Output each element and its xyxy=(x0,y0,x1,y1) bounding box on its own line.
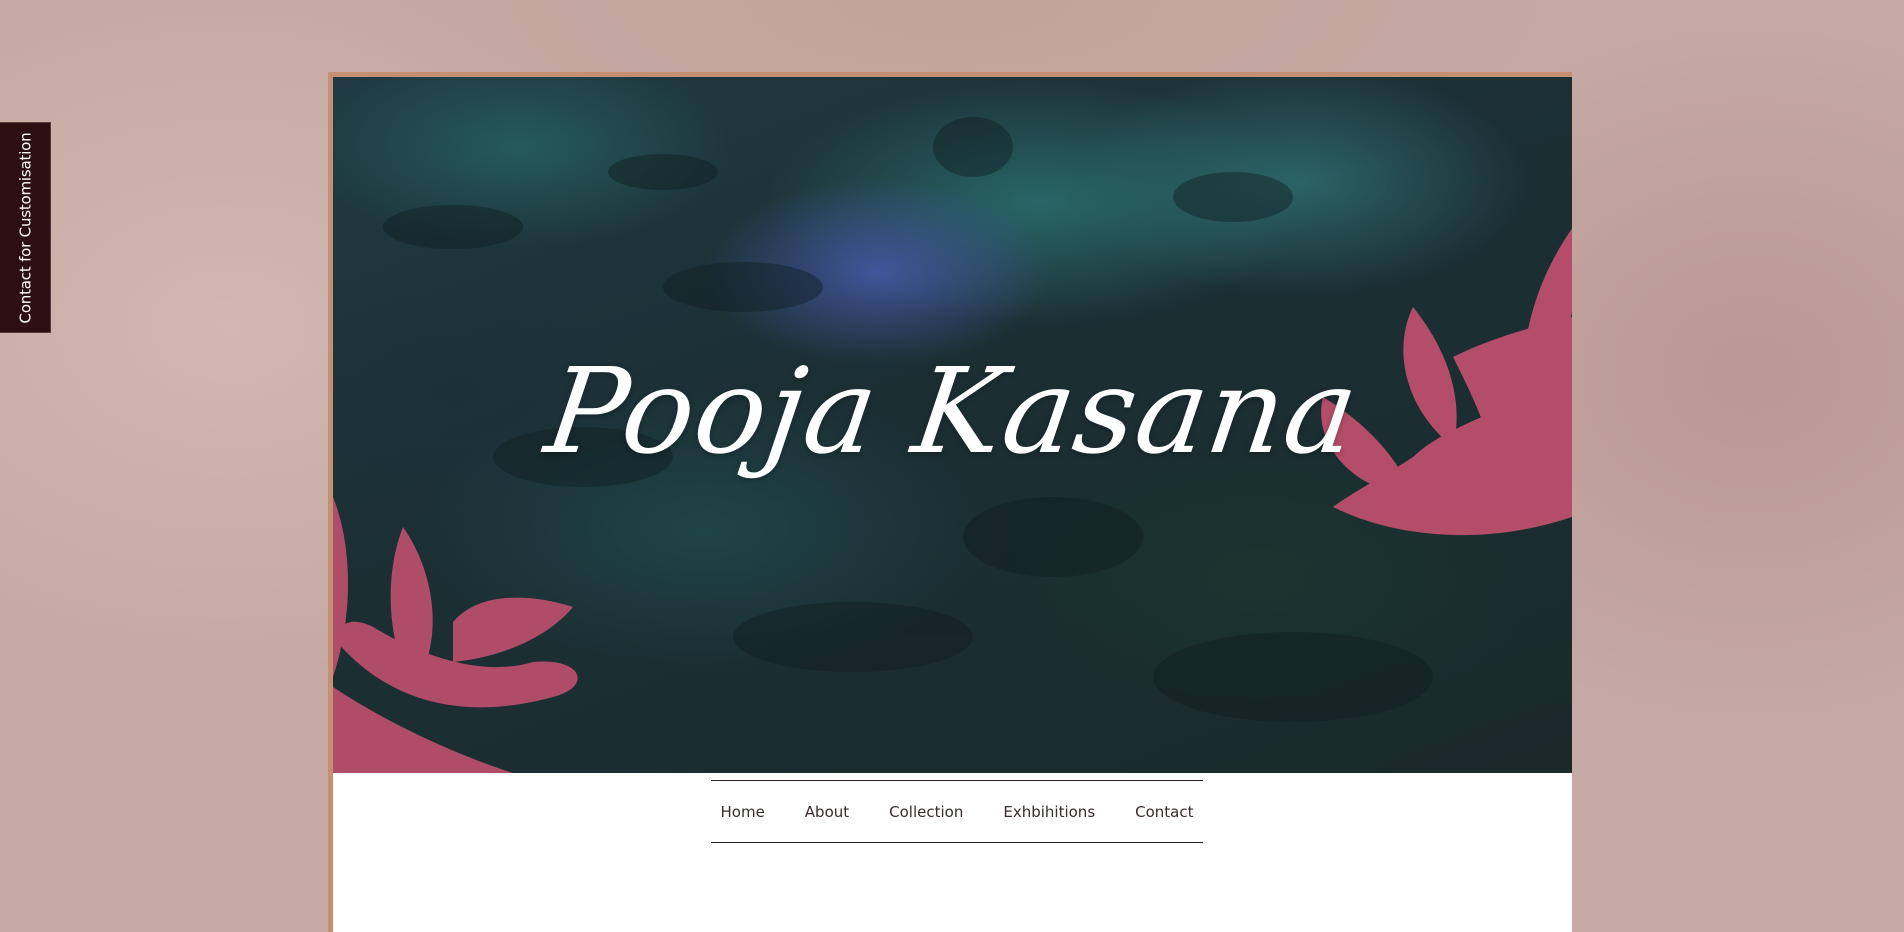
nav-item-about[interactable]: About xyxy=(785,803,869,821)
nav-item-contact[interactable]: Contact xyxy=(1115,803,1213,821)
page-frame: Pooja Kasana Home About Collection Exhbi… xyxy=(328,72,1572,932)
nav-item-home[interactable]: Home xyxy=(701,803,785,821)
site-title: Pooja Kasana xyxy=(538,342,1367,480)
hero-banner: Pooja Kasana xyxy=(333,77,1572,773)
main-nav: Home About Collection Exhbihitions Conta… xyxy=(711,780,1203,843)
contact-customisation-label: Contact for Customisation xyxy=(16,132,34,323)
nav-item-collection[interactable]: Collection xyxy=(869,803,983,821)
contact-customisation-tab[interactable]: Contact for Customisation xyxy=(0,122,51,333)
nav-item-exhibitions[interactable]: Exhbihitions xyxy=(983,803,1115,821)
page-content: Pooja Kasana Home About Collection Exhbi… xyxy=(333,77,1572,932)
